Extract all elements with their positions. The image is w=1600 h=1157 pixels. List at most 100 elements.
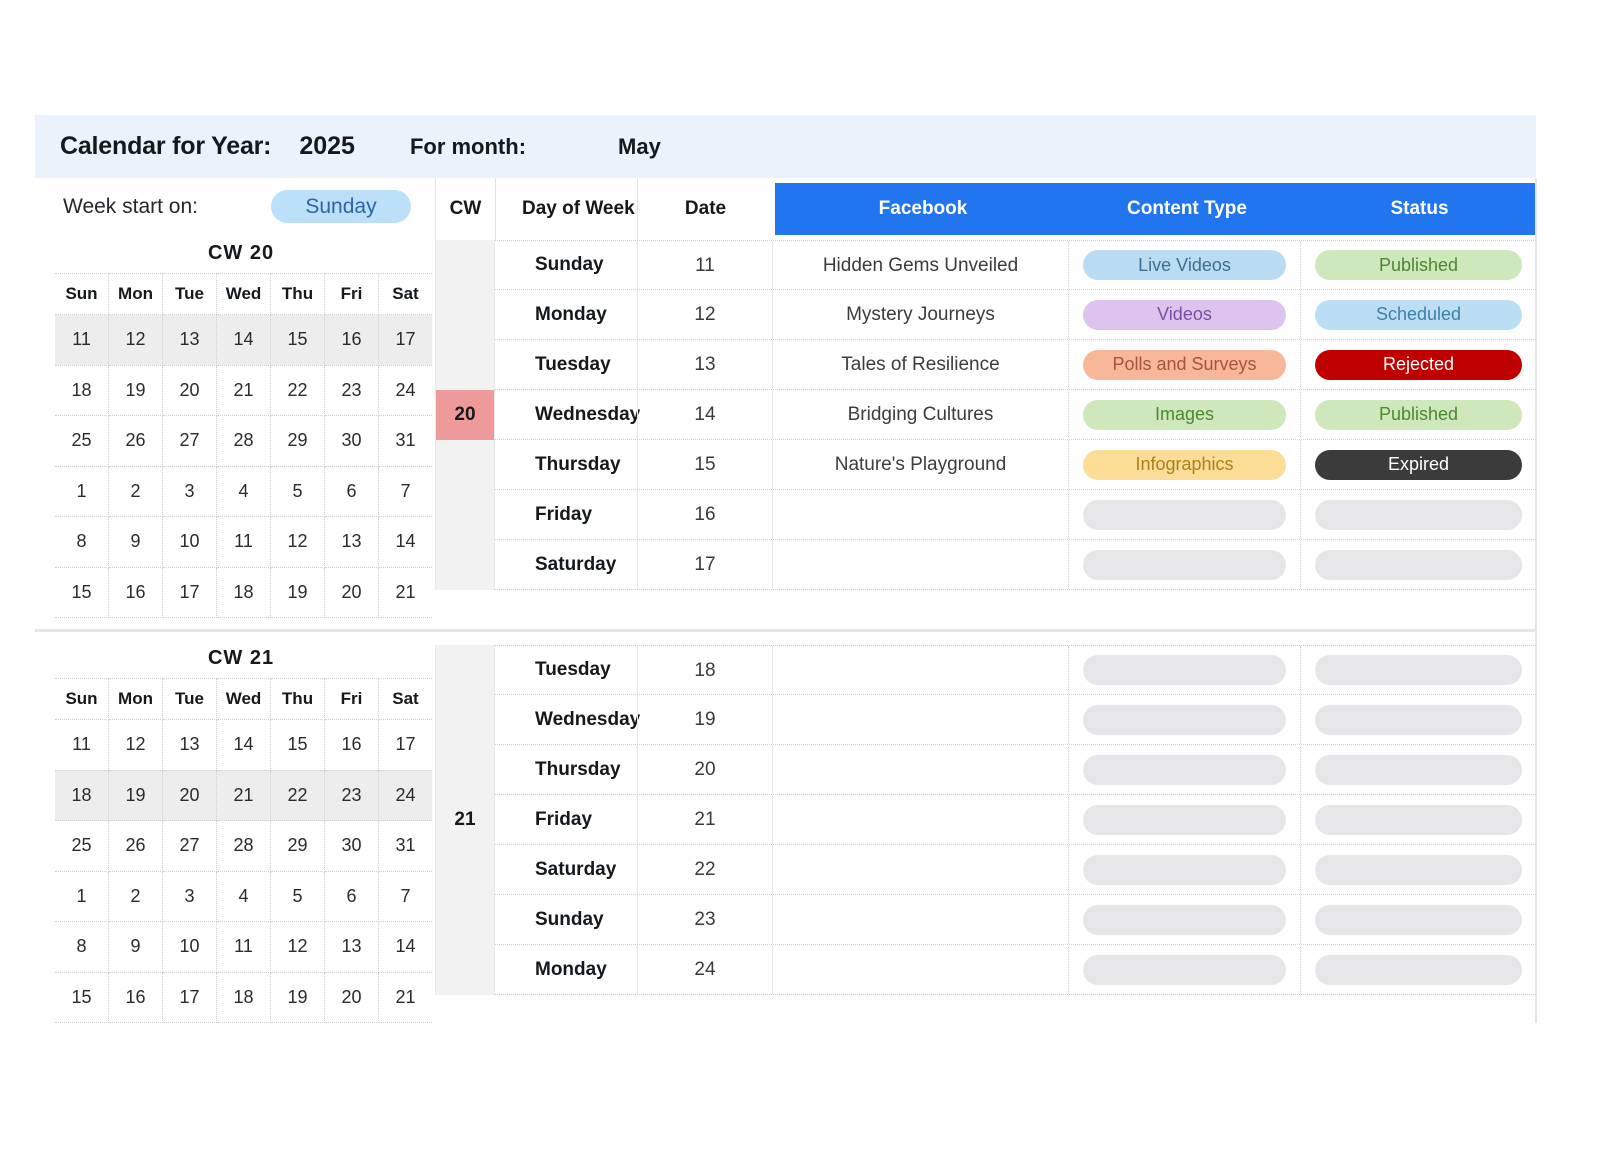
row-status-cell[interactable]: Published — [1301, 390, 1536, 439]
calendar-day-cell[interactable]: 21 — [217, 770, 271, 821]
content-type-badge[interactable] — [1083, 855, 1286, 885]
content-type-badge[interactable]: Images — [1083, 400, 1286, 430]
row-content-type-cell[interactable] — [1069, 745, 1301, 794]
calendar-day-cell[interactable]: 30 — [325, 821, 379, 872]
calendar-day-cell[interactable]: 15 — [271, 720, 325, 771]
calendar-day-cell[interactable]: 27 — [163, 821, 217, 872]
calendar-day-cell[interactable]: 26 — [109, 821, 163, 872]
calendar-day-cell[interactable]: 24 — [379, 770, 433, 821]
calendar-day-cell[interactable]: 21 — [217, 365, 271, 416]
calendar-day-cell[interactable]: 8 — [55, 517, 109, 568]
calendar-day-cell[interactable]: 18 — [217, 567, 271, 618]
status-badge[interactable] — [1315, 550, 1522, 580]
row-status-cell[interactable]: Rejected — [1301, 340, 1536, 389]
content-type-badge[interactable]: Videos — [1083, 300, 1286, 330]
row-facebook-title[interactable] — [773, 945, 1069, 994]
calendar-day-cell[interactable]: 21 — [379, 567, 433, 618]
calendar-day-cell[interactable]: 9 — [109, 922, 163, 973]
row-facebook-title[interactable]: Mystery Journeys — [773, 290, 1069, 339]
row-status-cell[interactable] — [1301, 745, 1536, 794]
row-facebook-title[interactable] — [773, 745, 1069, 794]
calendar-day-cell[interactable]: 14 — [379, 922, 433, 973]
row-status-cell[interactable] — [1301, 646, 1536, 694]
calendar-day-cell[interactable]: 31 — [379, 821, 433, 872]
row-facebook-title[interactable] — [773, 845, 1069, 894]
row-content-type-cell[interactable] — [1069, 845, 1301, 894]
calendar-day-cell[interactable]: 20 — [163, 770, 217, 821]
row-facebook-title[interactable] — [773, 540, 1069, 589]
row-status-cell[interactable] — [1301, 490, 1536, 539]
calendar-day-cell[interactable]: 6 — [325, 466, 379, 517]
calendar-day-cell[interactable]: 1 — [55, 871, 109, 922]
status-badge[interactable] — [1315, 905, 1522, 935]
calendar-day-cell[interactable]: 4 — [217, 466, 271, 517]
calendar-day-cell[interactable]: 12 — [271, 922, 325, 973]
calendar-day-cell[interactable]: 5 — [271, 466, 325, 517]
content-type-badge[interactable] — [1083, 705, 1286, 735]
row-content-type-cell[interactable] — [1069, 490, 1301, 539]
calendar-day-cell[interactable]: 29 — [271, 416, 325, 467]
month-value[interactable]: May — [618, 134, 661, 160]
row-status-cell[interactable]: Expired — [1301, 440, 1536, 489]
calendar-day-cell[interactable]: 19 — [109, 365, 163, 416]
calendar-day-cell[interactable]: 7 — [379, 466, 433, 517]
row-status-cell[interactable] — [1301, 845, 1536, 894]
content-type-badge[interactable] — [1083, 550, 1286, 580]
calendar-day-cell[interactable]: 8 — [55, 922, 109, 973]
row-facebook-title[interactable]: Bridging Cultures — [773, 390, 1069, 439]
row-status-cell[interactable] — [1301, 540, 1536, 589]
calendar-day-cell[interactable]: 22 — [271, 770, 325, 821]
row-facebook-title[interactable]: Tales of Resilience — [773, 340, 1069, 389]
calendar-day-cell[interactable]: 31 — [379, 416, 433, 467]
calendar-year-value[interactable]: 2025 — [299, 132, 355, 161]
calendar-day-cell[interactable]: 13 — [163, 720, 217, 771]
calendar-day-cell[interactable]: 18 — [55, 365, 109, 416]
status-badge[interactable]: Expired — [1315, 450, 1522, 480]
content-type-badge[interactable]: Live Videos — [1083, 250, 1286, 280]
calendar-day-cell[interactable]: 15 — [55, 972, 109, 1023]
calendar-day-cell[interactable]: 22 — [271, 365, 325, 416]
calendar-day-cell[interactable]: 16 — [325, 720, 379, 771]
row-content-type-cell[interactable]: Infographics — [1069, 440, 1301, 489]
calendar-day-cell[interactable]: 2 — [109, 466, 163, 517]
row-content-type-cell[interactable] — [1069, 646, 1301, 694]
calendar-day-cell[interactable]: 21 — [379, 972, 433, 1023]
calendar-day-cell[interactable]: 29 — [271, 821, 325, 872]
calendar-day-cell[interactable]: 16 — [109, 972, 163, 1023]
row-content-type-cell[interactable]: Videos — [1069, 290, 1301, 339]
calendar-day-cell[interactable]: 28 — [217, 821, 271, 872]
status-badge[interactable] — [1315, 705, 1522, 735]
content-type-badge[interactable] — [1083, 955, 1286, 985]
content-type-badge[interactable] — [1083, 755, 1286, 785]
calendar-day-cell[interactable]: 14 — [217, 315, 271, 366]
calendar-day-cell[interactable]: 15 — [271, 315, 325, 366]
content-type-badge[interactable] — [1083, 655, 1286, 685]
calendar-day-cell[interactable]: 30 — [325, 416, 379, 467]
calendar-day-cell[interactable]: 20 — [325, 972, 379, 1023]
calendar-day-cell[interactable]: 4 — [217, 871, 271, 922]
row-facebook-title[interactable]: Hidden Gems Unveiled — [773, 241, 1069, 289]
calendar-day-cell[interactable]: 14 — [217, 720, 271, 771]
calendar-day-cell[interactable]: 11 — [55, 720, 109, 771]
row-content-type-cell[interactable]: Polls and Surveys — [1069, 340, 1301, 389]
status-badge[interactable] — [1315, 500, 1522, 530]
content-type-badge[interactable] — [1083, 805, 1286, 835]
status-badge[interactable] — [1315, 955, 1522, 985]
status-badge[interactable] — [1315, 805, 1522, 835]
status-badge[interactable] — [1315, 755, 1522, 785]
calendar-day-cell[interactable]: 1 — [55, 466, 109, 517]
calendar-day-cell[interactable]: 12 — [109, 315, 163, 366]
row-content-type-cell[interactable] — [1069, 945, 1301, 994]
row-content-type-cell[interactable] — [1069, 695, 1301, 744]
calendar-day-cell[interactable]: 28 — [217, 416, 271, 467]
calendar-day-cell[interactable]: 17 — [163, 972, 217, 1023]
calendar-day-cell[interactable]: 25 — [55, 416, 109, 467]
calendar-day-cell[interactable]: 17 — [379, 315, 433, 366]
row-facebook-title[interactable] — [773, 895, 1069, 944]
calendar-day-cell[interactable]: 16 — [109, 567, 163, 618]
row-content-type-cell[interactable] — [1069, 895, 1301, 944]
week-start-select[interactable]: Sunday — [271, 190, 411, 223]
calendar-day-cell[interactable]: 17 — [379, 720, 433, 771]
calendar-day-cell[interactable]: 13 — [325, 517, 379, 568]
row-facebook-title[interactable]: Nature's Playground — [773, 440, 1069, 489]
